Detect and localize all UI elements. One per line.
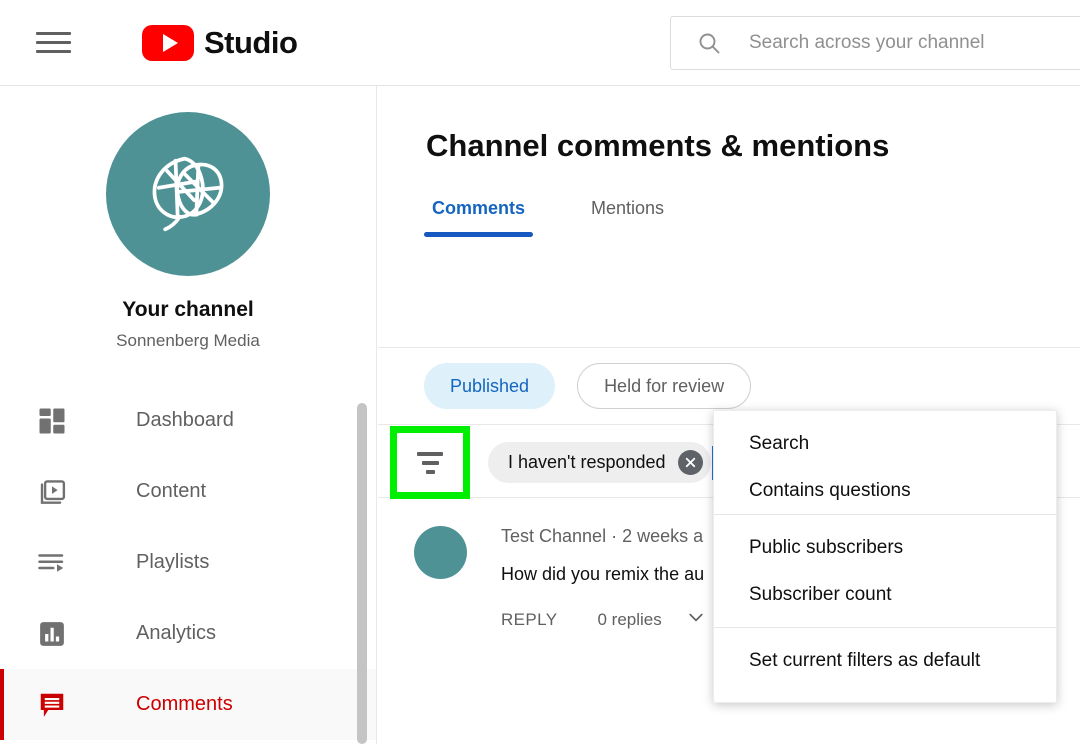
menu-item-label: Set current filters as default	[749, 649, 981, 671]
search-bar[interactable]	[670, 16, 1080, 70]
tab-bar: Comments Mentions	[424, 198, 1080, 237]
menu-item-label: Public subscribers	[749, 536, 904, 558]
sidebar-item-comments[interactable]: Comments	[0, 669, 376, 740]
tab-label: Mentions	[591, 198, 665, 218]
chip-held-for-review[interactable]: Held for review	[577, 363, 752, 409]
app-header: Studio	[0, 0, 1080, 86]
meta-separator: ·	[611, 526, 618, 546]
menu-item-label: Subscriber count	[749, 583, 892, 605]
sidebar-item-label: Analytics	[136, 622, 217, 644]
analytics-bar-icon	[36, 618, 68, 650]
studio-logo[interactable]: Studio	[142, 24, 298, 61]
menu-item-label: Contains questions	[749, 479, 911, 501]
filter-token[interactable]: I haven't responded	[488, 442, 711, 483]
menu-item-subscriber-count[interactable]: Subscriber count	[714, 571, 1056, 618]
menu-group-subscribers: Public subscribers Subscriber count	[714, 514, 1056, 627]
channel-avatar[interactable]	[106, 112, 270, 276]
sidebar-item-label: Comments	[136, 693, 233, 715]
menu-group-search: Search Contains questions	[714, 420, 1056, 514]
comment-author[interactable]: Test Channel	[501, 526, 606, 546]
dashboard-icon	[36, 405, 68, 437]
scrollbar-thumb[interactable]	[357, 403, 367, 744]
filter-bar	[421, 460, 439, 465]
sidebar-item-analytics[interactable]: Analytics	[0, 598, 376, 669]
youtube-play-icon	[142, 24, 194, 61]
page-title: Channel comments & mentions	[426, 128, 890, 163]
channel-block: Your channel Sonnenberg Media	[0, 86, 376, 351]
tab-mentions[interactable]: Mentions	[583, 198, 672, 237]
search-input[interactable]	[749, 32, 1080, 54]
comment-actions: REPLY 0 replies	[501, 607, 706, 632]
replies-count-label: 0 replies	[597, 609, 662, 629]
replies-toggle[interactable]: 0 replies	[598, 607, 706, 632]
sidebar-item-dashboard[interactable]: Dashboard	[0, 385, 376, 456]
sidebar: Your channel Sonnenberg Media Dashboard	[0, 86, 377, 744]
comment-meta: Test Channel · 2 weeks a	[501, 526, 706, 547]
hamburger-icon[interactable]	[36, 28, 72, 58]
chip-published[interactable]: Published	[424, 363, 556, 409]
chip-label: Held for review	[604, 375, 725, 396]
sidebar-nav: Dashboard Content Playlists Analytics Co…	[0, 385, 376, 740]
filter-bar	[417, 451, 443, 456]
tab-label: Comments	[432, 198, 526, 218]
menu-item-set-current-filters-as-default[interactable]: Set current filters as default	[714, 637, 1056, 684]
filter-icon	[415, 450, 445, 476]
search-icon	[697, 31, 721, 55]
sidebar-item-content[interactable]: Content	[0, 456, 376, 527]
hamburger-bar	[36, 32, 71, 35]
menu-item-public-subscribers[interactable]: Public subscribers	[714, 524, 1056, 571]
sidebar-item-label: Content	[136, 480, 207, 502]
reply-button[interactable]: REPLY	[501, 610, 558, 630]
play-triangle	[162, 33, 178, 52]
your-channel-label: Your channel	[122, 298, 254, 321]
menu-item-label: Search	[749, 432, 810, 454]
comment-text: How did you remix the au	[501, 564, 705, 584]
filter-bar	[425, 469, 435, 474]
comments-bubble-icon	[36, 689, 68, 721]
content-video-icon	[36, 476, 68, 508]
channel-name-label: Sonnenberg Media	[116, 331, 260, 350]
filter-token-label: I haven't responded	[508, 452, 666, 472]
comment-body: Test Channel · 2 weeks a How did you rem…	[501, 526, 706, 632]
youtube-studio-window: Studio Search across your channel Your c…	[0, 0, 1080, 744]
hamburger-bar	[36, 41, 71, 44]
sidebar-scrollbar[interactable]	[357, 403, 367, 744]
sidebar-item-label: Dashboard	[136, 409, 234, 431]
brand-label: Studio	[204, 24, 298, 60]
tab-comments[interactable]: Comments	[424, 198, 534, 237]
menu-item-search[interactable]: Search	[714, 420, 1056, 467]
menu-group-defaults: Set current filters as default	[714, 627, 1056, 693]
comment-timestamp: 2 weeks a	[622, 526, 704, 546]
leaf-logo-icon	[152, 156, 224, 232]
menu-item-contains-questions[interactable]: Contains questions	[714, 467, 1056, 514]
comment-author-avatar[interactable]	[414, 526, 467, 579]
chevron-down-icon	[686, 607, 706, 632]
chip-label: Published	[450, 375, 530, 396]
filter-button[interactable]	[390, 426, 470, 499]
hamburger-bar	[36, 50, 71, 53]
sidebar-item-label: Playlists	[136, 551, 210, 573]
sidebar-item-playlists[interactable]: Playlists	[0, 527, 376, 598]
filter-dropdown-menu: Search Contains questions Public subscri…	[713, 410, 1057, 703]
playlists-icon	[36, 547, 68, 579]
close-circle-icon[interactable]	[677, 450, 703, 475]
